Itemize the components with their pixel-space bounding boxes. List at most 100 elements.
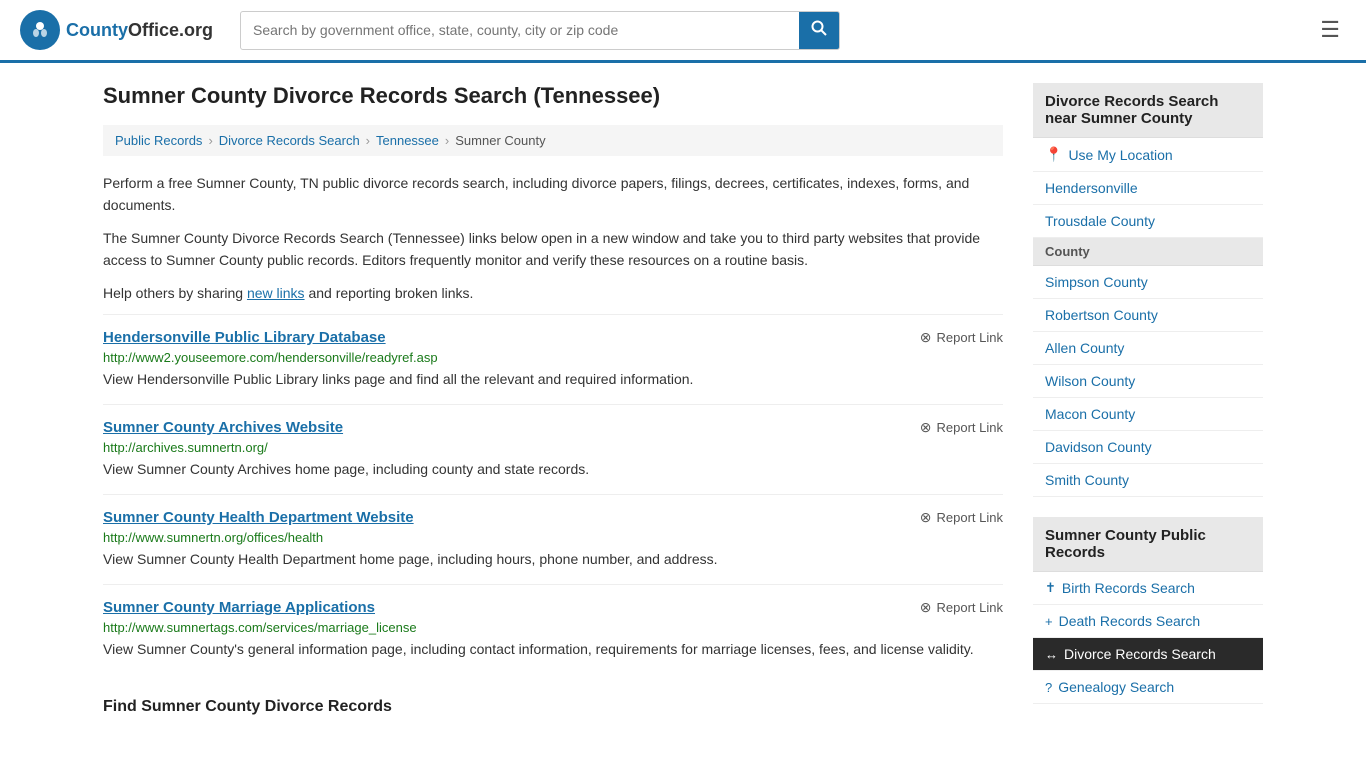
report-icon-2: ⊗ <box>920 509 932 526</box>
use-location[interactable]: 📍 Use My Location <box>1033 138 1263 172</box>
sidebar-county-link-1[interactable]: Robertson County <box>1045 307 1251 323</box>
use-location-label: Use My Location <box>1068 147 1172 163</box>
result-desc-1: View Sumner County Archives home page, i… <box>103 459 1003 480</box>
breadcrumb-tennessee[interactable]: Tennessee <box>376 133 439 148</box>
description-3: Help others by sharing new links and rep… <box>103 282 1003 304</box>
report-label-1: Report Link <box>937 420 1003 435</box>
result-title-row-2: Sumner County Health Department Website … <box>103 509 1003 526</box>
description-1: Perform a free Sumner County, TN public … <box>103 172 1003 217</box>
report-icon-0: ⊗ <box>920 329 932 346</box>
page-title: Sumner County Divorce Records Search (Te… <box>103 83 1003 109</box>
breadcrumb: Public Records › Divorce Records Search … <box>103 125 1003 156</box>
breadcrumb-sep2: › <box>366 133 370 148</box>
search-button[interactable] <box>799 12 839 49</box>
main-container: Sumner County Divorce Records Search (Te… <box>83 63 1283 744</box>
search-bar <box>240 11 840 50</box>
result-url-0[interactable]: http://www2.youseemore.com/hendersonvill… <box>103 350 1003 365</box>
sidebar-pr-item-3: ? Genealogy Search <box>1033 671 1263 704</box>
header: CountyOffice.org ☰ <box>0 0 1366 63</box>
logo-icon <box>20 10 60 50</box>
sidebar-pr-link-1[interactable]: + Death Records Search <box>1045 613 1251 629</box>
sidebar-pr-item-2: ↔ Divorce Records Search <box>1033 638 1263 671</box>
result-title-1[interactable]: Sumner County Archives Website <box>103 419 343 436</box>
search-input[interactable] <box>241 14 799 46</box>
sidebar-pr-label-1: Death Records Search <box>1059 613 1201 629</box>
county-items-container: Simpson County Robertson County Allen Coun… <box>1033 266 1263 497</box>
sidebar-pr-item-0: ✝ Birth Records Search <box>1033 572 1263 605</box>
report-label-2: Report Link <box>937 510 1003 525</box>
result-item-1: Sumner County Archives Website ⊗ Report … <box>103 404 1003 494</box>
logo-suffix: Office.org <box>128 20 213 40</box>
sidebar-county-item-3: Wilson County <box>1033 365 1263 398</box>
find-heading: Find Sumner County Divorce Records <box>103 684 1003 716</box>
result-title-2[interactable]: Sumner County Health Department Website <box>103 509 414 526</box>
sidebar: Divorce Records Search near Sumner Count… <box>1033 83 1263 724</box>
sidebar-county-item-6: Smith County <box>1033 464 1263 497</box>
sidebar-county-item-4: Macon County <box>1033 398 1263 431</box>
result-item-2: Sumner County Health Department Website … <box>103 494 1003 584</box>
report-icon-3: ⊗ <box>920 599 932 616</box>
sidebar-pr-link-3[interactable]: ? Genealogy Search <box>1045 679 1251 695</box>
result-title-3[interactable]: Sumner County Marriage Applications <box>103 599 375 616</box>
breadcrumb-sep3: › <box>445 133 449 148</box>
sidebar-county-item-0: Simpson County <box>1033 266 1263 299</box>
report-icon-1: ⊗ <box>920 419 932 436</box>
result-desc-0: View Hendersonville Public Library links… <box>103 369 1003 390</box>
description-2: The Sumner County Divorce Records Search… <box>103 227 1003 272</box>
report-link-0[interactable]: ⊗ Report Link <box>920 329 1003 346</box>
result-title-row-0: Hendersonville Public Library Database ⊗… <box>103 329 1003 346</box>
result-url-2[interactable]: http://www.sumnertn.org/offices/health <box>103 530 1003 545</box>
sidebar-nearby-section: Divorce Records Search near Sumner Count… <box>1033 83 1263 497</box>
breadcrumb-divorce-records[interactable]: Divorce Records Search <box>219 133 360 148</box>
result-url-1[interactable]: http://archives.sumnertn.org/ <box>103 440 1003 455</box>
result-title-row-1: Sumner County Archives Website ⊗ Report … <box>103 419 1003 436</box>
report-label-0: Report Link <box>937 330 1003 345</box>
result-title-0[interactable]: Hendersonville Public Library Database <box>103 329 386 346</box>
sidebar-pr-link-0[interactable]: ✝ Birth Records Search <box>1045 580 1251 596</box>
result-item-0: Hendersonville Public Library Database ⊗… <box>103 314 1003 404</box>
location-pin-icon: 📍 <box>1045 146 1062 163</box>
result-item-3: Sumner County Marriage Applications ⊗ Re… <box>103 584 1003 674</box>
sidebar-county-link-3[interactable]: Wilson County <box>1045 373 1251 389</box>
sidebar-county-link-2[interactable]: Allen County <box>1045 340 1251 356</box>
sidebar-nearby-link-1[interactable]: Trousdale County <box>1045 213 1251 229</box>
sidebar-county-link-4[interactable]: Macon County <box>1045 406 1251 422</box>
new-links-link[interactable]: new links <box>247 285 305 301</box>
sidebar-pr-icon-3: ? <box>1045 680 1052 695</box>
menu-icon[interactable]: ☰ <box>1314 11 1346 49</box>
sidebar-nearby-item-0: Hendersonville <box>1033 172 1263 205</box>
sidebar-pr-icon-0: ✝ <box>1045 580 1056 596</box>
report-link-1[interactable]: ⊗ Report Link <box>920 419 1003 436</box>
logo-area: CountyOffice.org <box>20 10 220 50</box>
result-desc-3: View Sumner County's general information… <box>103 639 1003 660</box>
sidebar-county-link-5[interactable]: Davidson County <box>1045 439 1251 455</box>
desc3-pre: Help others by sharing <box>103 285 247 301</box>
sidebar-county-item-5: Davidson County <box>1033 431 1263 464</box>
report-label-3: Report Link <box>937 600 1003 615</box>
results-container: Hendersonville Public Library Database ⊗… <box>103 314 1003 674</box>
sidebar-pr-link-2[interactable]: ↔ Divorce Records Search <box>1045 646 1251 662</box>
sidebar-county-link-0[interactable]: Simpson County <box>1045 274 1251 290</box>
sidebar-pr-label-2: Divorce Records Search <box>1064 646 1216 662</box>
public-records-container: ✝ Birth Records Search + Death Records S… <box>1033 572 1263 704</box>
sidebar-county-item-1: Robertson County <box>1033 299 1263 332</box>
header-right: ☰ <box>1314 11 1346 49</box>
sidebar-pr-label-0: Birth Records Search <box>1062 580 1195 596</box>
county-label: County <box>1033 238 1263 266</box>
sidebar-pr-label-3: Genealogy Search <box>1058 679 1174 695</box>
sidebar-pr-icon-2: ↔ <box>1045 647 1058 662</box>
result-desc-2: View Sumner County Health Department hom… <box>103 549 1003 570</box>
sidebar-nearby-title: Divorce Records Search near Sumner Count… <box>1033 83 1263 138</box>
main-content: Sumner County Divorce Records Search (Te… <box>103 83 1003 724</box>
sidebar-pr-icon-1: + <box>1045 614 1053 629</box>
sidebar-county-link-6[interactable]: Smith County <box>1045 472 1251 488</box>
result-title-row-3: Sumner County Marriage Applications ⊗ Re… <box>103 599 1003 616</box>
report-link-2[interactable]: ⊗ Report Link <box>920 509 1003 526</box>
sidebar-nearby-link-0[interactable]: Hendersonville <box>1045 180 1251 196</box>
breadcrumb-public-records[interactable]: Public Records <box>115 133 202 148</box>
breadcrumb-sep1: › <box>208 133 212 148</box>
sidebar-county-item-2: Allen County <box>1033 332 1263 365</box>
result-url-3[interactable]: http://www.sumnertags.com/services/marri… <box>103 620 1003 635</box>
report-link-3[interactable]: ⊗ Report Link <box>920 599 1003 616</box>
breadcrumb-current: Sumner County <box>455 133 545 148</box>
